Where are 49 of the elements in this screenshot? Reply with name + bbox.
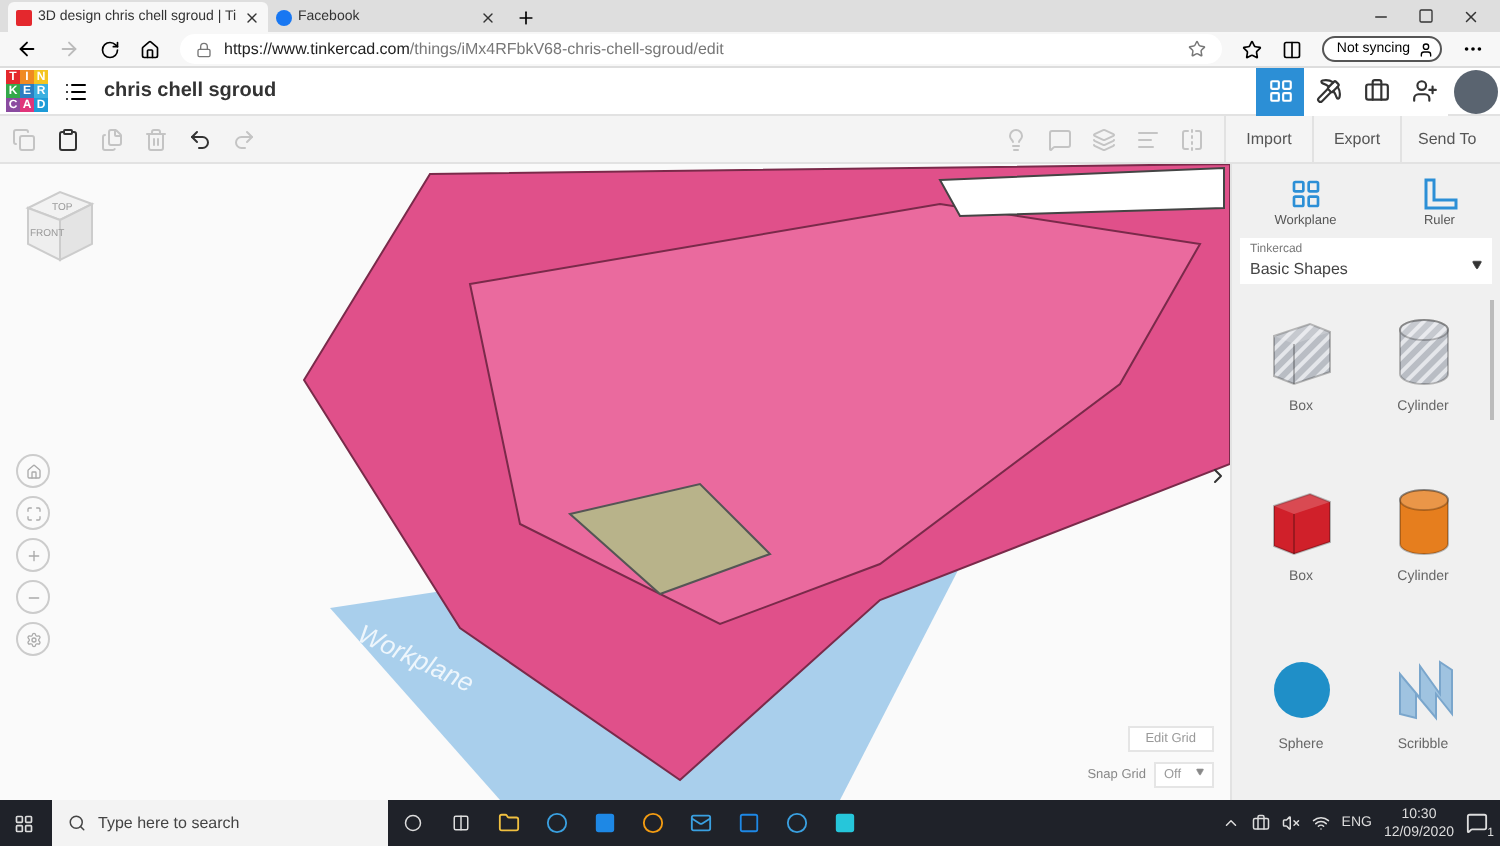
grid-icon bbox=[1289, 178, 1322, 210]
scrollbar bbox=[1490, 300, 1494, 420]
notifications-icon[interactable] bbox=[1466, 812, 1488, 834]
paste-icon[interactable] bbox=[56, 127, 80, 151]
taskbar-search-field[interactable]: Type here to search bbox=[52, 800, 388, 846]
ruler-icon bbox=[1421, 178, 1458, 210]
app-icon[interactable] bbox=[641, 812, 663, 834]
url-text: https://www.tinkercad.com/things/iMx4RFbkV68-chris-chell-sgroud/edit bbox=[224, 40, 724, 58]
network-icon[interactable] bbox=[1311, 814, 1330, 832]
profile-icon bbox=[1418, 41, 1434, 57]
app-icon[interactable] bbox=[833, 812, 855, 834]
search-icon bbox=[68, 814, 86, 832]
pickaxe-icon bbox=[1315, 78, 1341, 104]
address-bar[interactable]: https://www.tinkercad.com/things/iMx4RFbkV68-chris-chell-sgroud/edit bbox=[180, 34, 1223, 64]
undo-icon[interactable] bbox=[188, 127, 212, 151]
caret-icon bbox=[1472, 260, 1482, 270]
close-icon[interactable] bbox=[1462, 7, 1480, 25]
start-icon[interactable] bbox=[14, 813, 34, 833]
mail-icon[interactable] bbox=[689, 812, 711, 834]
home-icon bbox=[25, 463, 41, 479]
tinkercad-icon bbox=[16, 9, 32, 25]
folder-icon[interactable] bbox=[497, 812, 519, 834]
home-icon[interactable] bbox=[140, 39, 160, 59]
app-icon[interactable] bbox=[593, 812, 615, 834]
volume-muted-icon[interactable] bbox=[1281, 814, 1300, 832]
collections-icon[interactable] bbox=[1282, 39, 1303, 59]
plus-icon bbox=[25, 547, 41, 563]
close-icon[interactable] bbox=[244, 9, 260, 25]
tray-icon[interactable] bbox=[1251, 814, 1270, 832]
adduser-icon bbox=[1411, 78, 1437, 104]
new-tab-icon[interactable] bbox=[516, 8, 536, 28]
design-title: chris chell sgroud bbox=[104, 80, 277, 102]
app-icon[interactable] bbox=[737, 812, 759, 834]
back-icon[interactable] bbox=[16, 38, 38, 60]
facebook-icon bbox=[276, 9, 292, 25]
favorites-icon[interactable] bbox=[1242, 39, 1263, 59]
tray-caret-icon[interactable] bbox=[1221, 814, 1240, 832]
task-view-icon[interactable] bbox=[451, 814, 469, 832]
circle-icon[interactable] bbox=[403, 814, 421, 832]
fit-icon bbox=[25, 505, 41, 521]
grid-icon bbox=[1267, 78, 1293, 104]
gear-icon bbox=[25, 631, 41, 647]
favorite-icon[interactable] bbox=[1188, 40, 1207, 58]
avatar bbox=[1454, 69, 1498, 113]
lock-icon bbox=[196, 41, 212, 57]
maximize-icon[interactable] bbox=[1418, 7, 1434, 23]
caret-icon bbox=[1196, 768, 1204, 776]
reload-icon[interactable] bbox=[100, 39, 120, 59]
close-icon[interactable] bbox=[480, 9, 496, 25]
